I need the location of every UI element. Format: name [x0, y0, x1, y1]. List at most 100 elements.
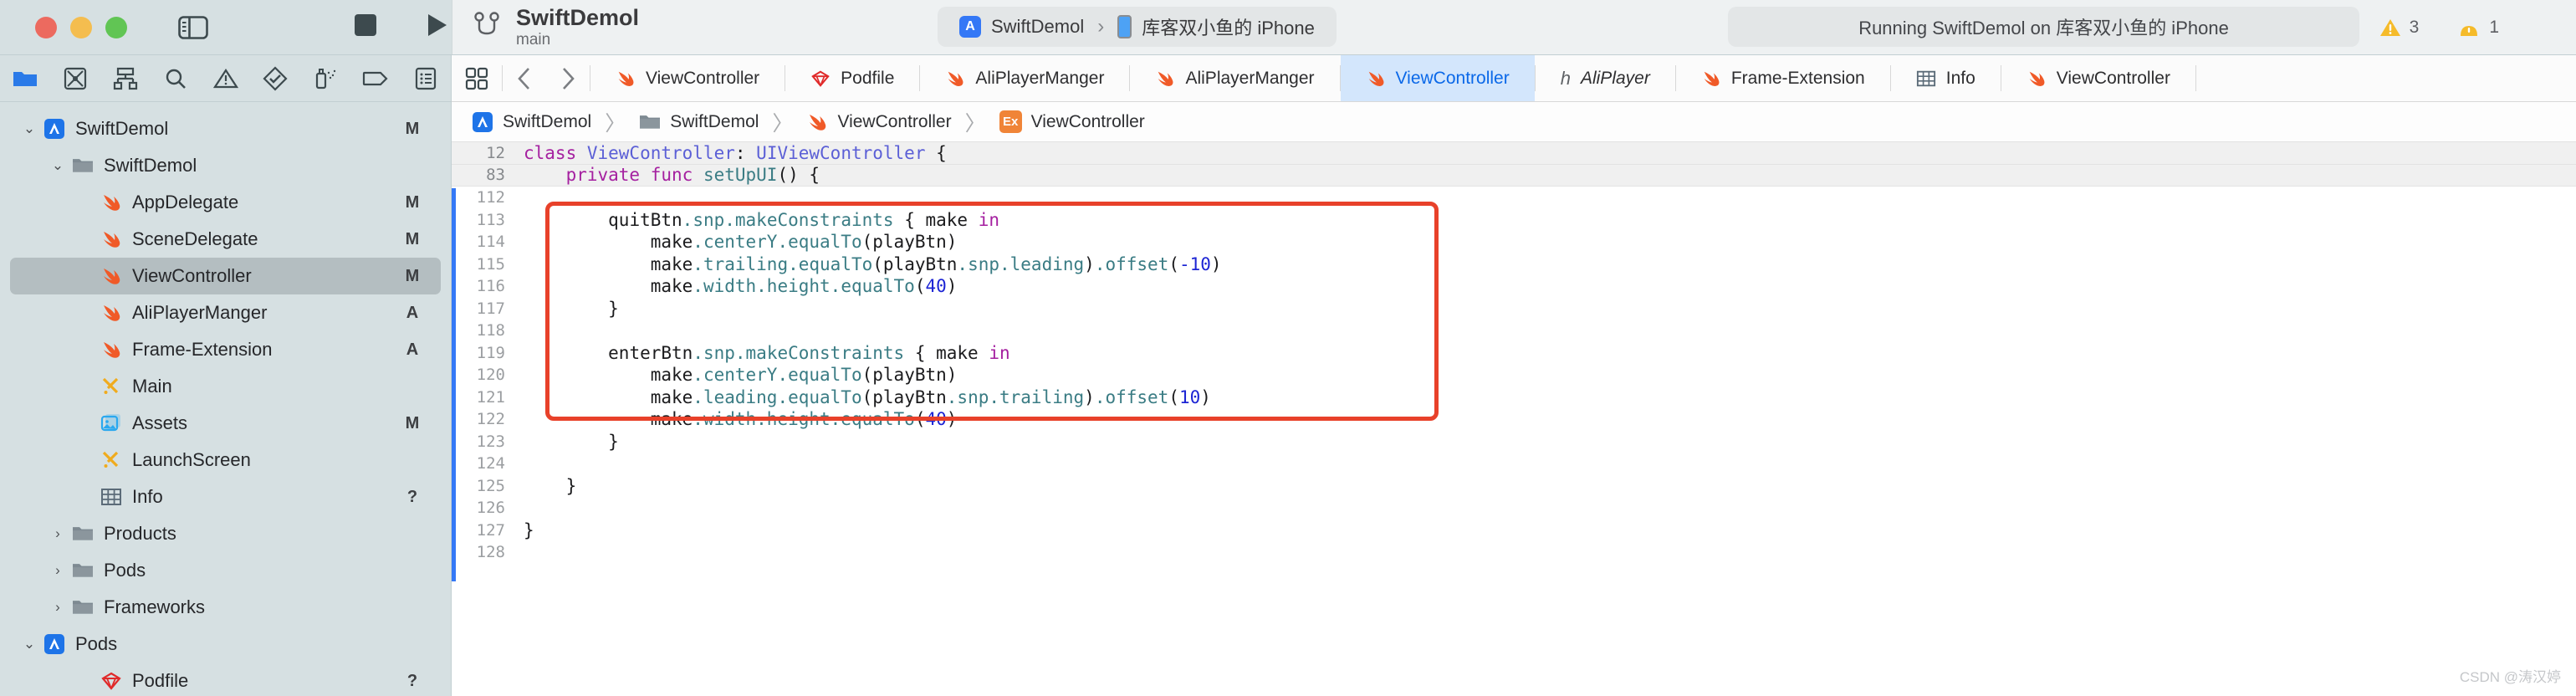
sidebar-item-label: Pods — [75, 633, 118, 654]
folder-icon[interactable] — [0, 68, 50, 90]
editor-tab[interactable]: ViewController — [2001, 55, 2195, 101]
breadcrumb-item[interactable]: Ex ViewController — [999, 110, 1145, 133]
code-line: 126 — [452, 497, 2576, 519]
chevron-left-icon[interactable] — [503, 55, 546, 101]
modified-line-indicator — [452, 188, 456, 581]
sidebar-item-label: SwiftDemol — [104, 155, 197, 176]
close-button[interactable] — [35, 16, 57, 38]
folder-icon — [69, 156, 97, 174]
line-number: 127 — [476, 520, 505, 540]
storyboard-icon — [97, 449, 125, 471]
run-button[interactable] — [423, 12, 450, 43]
disclosure-triangle-icon[interactable]: › — [47, 599, 69, 616]
sidebar-item-info[interactable]: Info? — [10, 478, 441, 515]
editor-tab[interactable]: ViewController — [590, 55, 785, 101]
warning-badge[interactable]: 3 — [2379, 18, 2419, 38]
editor-tab[interactable]: Podfile — [785, 55, 919, 101]
sidebar-item-label: Frameworks — [104, 596, 206, 617]
breadcrumb-separator: 〉 — [964, 111, 986, 136]
report-list-icon[interactable] — [401, 67, 451, 90]
disclosure-triangle-icon[interactable]: ⌄ — [18, 120, 40, 137]
sidebar-item-viewcontroller[interactable]: ViewController M — [10, 258, 441, 294]
scheme-destination-selector[interactable]: A SwiftDemol › 库客双小鱼的 iPhone — [938, 7, 1337, 47]
stop-button[interactable] — [353, 13, 378, 42]
sidebar-item-frame-extension[interactable]: Frame-Extension A — [10, 331, 441, 368]
editor-tab-label: ViewController — [2056, 68, 2170, 88]
sidebar-item-swiftdemol[interactable]: ⌄ SwiftDemol — [10, 147, 441, 184]
line-number: 124 — [476, 454, 505, 473]
sidebar-item-label: Podfile — [132, 670, 189, 691]
code-lines: 12 class ViewController: UIViewController… — [452, 142, 2576, 564]
search-icon[interactable] — [151, 67, 201, 90]
code-line: 119 enterBtn.snp.makeConstraints { make … — [452, 342, 2576, 365]
code-editor[interactable]: 12 class ViewController: UIViewController… — [452, 142, 2576, 696]
swift-icon — [97, 228, 125, 250]
breadcrumb-item[interactable]: ViewController — [806, 111, 952, 133]
plist-icon — [1916, 69, 1936, 89]
editor-tab[interactable]: AliPlayerManger — [920, 55, 1129, 101]
sidebar-item-swiftdemol[interactable]: ⌄ SwiftDemol M — [10, 110, 441, 147]
source-control-icon[interactable] — [50, 67, 100, 90]
warning-badge-icon — [2461, 25, 2478, 36]
folder-icon — [639, 113, 661, 130]
sidebar-item-launchscreen[interactable]: LaunchScreen — [10, 442, 441, 478]
zoom-button[interactable] — [105, 16, 127, 38]
editor-tab[interactable]: AliPlayerManger — [1130, 55, 1339, 101]
sidebar-item-scenedelegate[interactable]: SceneDelegate M — [10, 221, 441, 258]
disclosure-triangle-icon[interactable]: ⌄ — [18, 636, 40, 652]
editor-tab[interactable]: Frame-Extension — [1676, 55, 1890, 101]
chevron-right-icon[interactable] — [546, 55, 590, 101]
line-number: 128 — [476, 543, 505, 562]
disclosure-triangle-icon[interactable]: ⌄ — [47, 157, 69, 174]
editor-tab-label: ViewController — [1395, 68, 1510, 88]
test-diamond-icon[interactable] — [250, 65, 300, 91]
sidebar-item-frameworks[interactable]: › Frameworks — [10, 589, 441, 626]
breakpoint-tag-icon[interactable] — [350, 69, 401, 88]
issue-warning-icon[interactable] — [201, 68, 251, 90]
editor-tab[interactable]: h AliPlayer — [1536, 55, 1675, 101]
storyboard-icon — [100, 376, 122, 397]
line-number: 116 — [476, 277, 505, 296]
status-badge: M — [405, 413, 420, 432]
code-line: 12 class ViewController: UIViewController… — [452, 142, 2576, 165]
breadcrumb-item[interactable]: SwiftDemol — [472, 111, 591, 133]
editor-tab[interactable]: Info — [1891, 55, 2001, 101]
editor-tab-bar: ViewController Podfile AliPlayerManger AliP… — [452, 55, 2576, 102]
sidebar-item-podfile[interactable]: Podfile? — [10, 663, 441, 696]
editor-layout-icon[interactable] — [452, 55, 502, 101]
issue-counters: 3 1 — [2379, 0, 2499, 54]
sidebar-item-aliplayermanger[interactable]: AliPlayerManger A — [10, 294, 441, 331]
iphone-icon — [1117, 15, 1132, 38]
toggle-navigator-button[interactable] — [176, 13, 211, 42]
code-text: make.width.height.equalTo(40) — [650, 409, 958, 430]
update-count: 1 — [2489, 17, 2499, 37]
line-number: 12 — [486, 143, 505, 162]
sidebar-item-pods[interactable]: ⌄ Pods — [10, 626, 441, 663]
status-badge: M — [405, 266, 420, 285]
line-number: 115 — [476, 254, 505, 274]
sidebar-item-label: SwiftDemol — [75, 118, 169, 139]
sidebar-item-appdelegate[interactable]: AppDelegate M — [10, 184, 441, 221]
sidebar-item-assets[interactable]: Assets M — [10, 405, 441, 442]
disclosure-triangle-icon[interactable]: › — [47, 525, 69, 542]
activity-status-bar[interactable]: Running SwiftDemol on 库客双小鱼的 iPhone — [1728, 7, 2359, 47]
watermark: CSDN @涛汉婷 — [2459, 669, 2561, 685]
title-bar: SwiftDemol main A SwiftDemol › 库客双小鱼的 iP… — [0, 0, 2576, 55]
breadcrumb-item[interactable]: SwiftDemol — [639, 112, 759, 132]
minimize-button[interactable] — [70, 16, 92, 38]
sidebar-item-label: SceneDelegate — [132, 228, 258, 249]
update-badge[interactable]: 1 — [2457, 18, 2499, 38]
debug-spray-icon[interactable] — [300, 67, 350, 90]
sidebar-item-products[interactable]: › Products — [10, 515, 441, 552]
line-number: 120 — [476, 366, 505, 385]
breadcrumb-label: SwiftDemol — [670, 111, 759, 131]
swift-icon — [97, 265, 125, 287]
symbol-hierarchy-icon[interactable] — [100, 67, 151, 90]
sidebar-item-label: Assets — [132, 412, 188, 433]
sidebar-item-pods[interactable]: › Pods — [10, 552, 441, 589]
folder-icon — [72, 156, 94, 174]
sidebar-item-main[interactable]: Main — [10, 368, 441, 405]
code-text: make.trailing.equalTo(playBtn.snp.leadin… — [650, 253, 1222, 274]
disclosure-triangle-icon[interactable]: › — [47, 562, 69, 579]
editor-tab[interactable]: ViewController — [1340, 55, 1535, 101]
